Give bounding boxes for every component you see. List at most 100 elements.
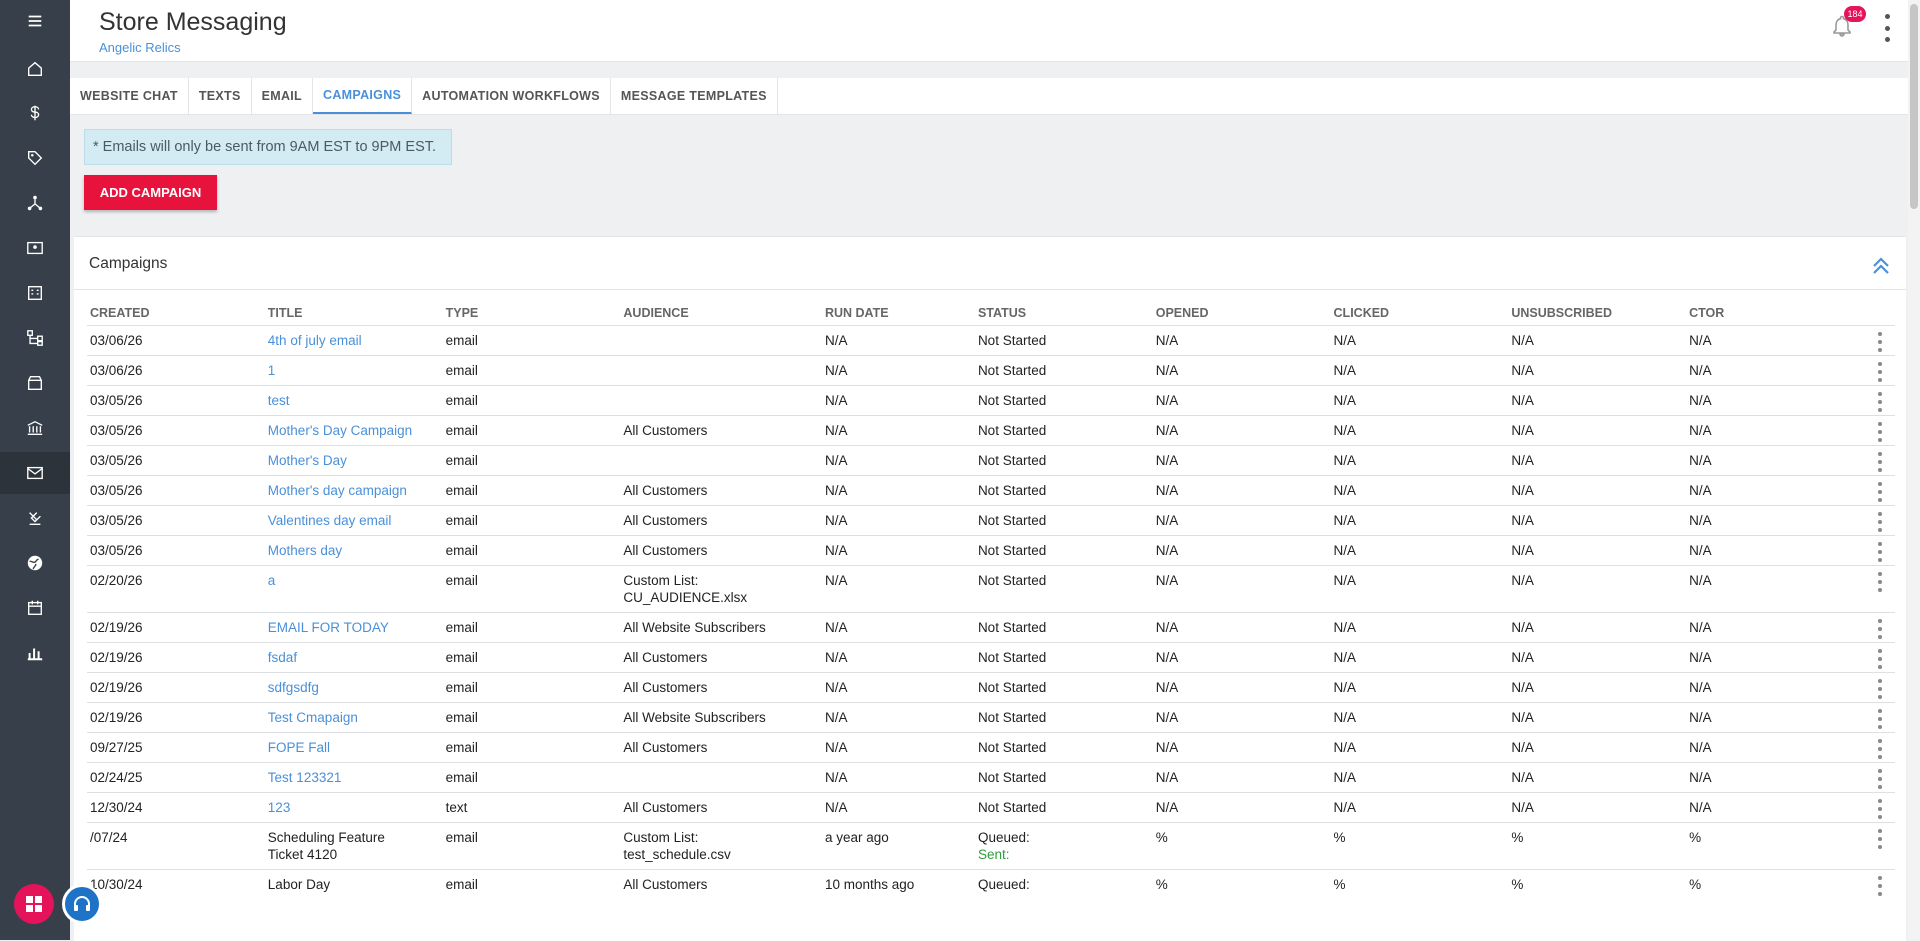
row-actions-cell <box>1863 869 1895 899</box>
cell-created: 03/06/26 <box>87 355 265 386</box>
add-campaign-button[interactable]: ADD CAMPAIGN <box>84 175 217 210</box>
table-row[interactable]: 10/30/24 Labor Day email All Customers 10 mo… <box>87 869 1895 899</box>
bank-icon <box>27 420 43 435</box>
column-header-title: TITLE <box>267 306 303 320</box>
cell-title[interactable]: EMAIL FOR TODAY <box>264 612 443 643</box>
cell-run-date: N/A <box>821 642 975 673</box>
row-menu-icon[interactable] <box>1870 452 1890 472</box>
row-menu-icon[interactable] <box>1870 572 1890 592</box>
table-row[interactable]: 03/06/26 1 email N/A Not Started N/A N/A N/A N/A <box>87 355 1895 386</box>
table-row[interactable]: 03/05/26 Valentines day email email All Cus… <box>87 505 1895 536</box>
cell-title[interactable]: test <box>264 385 443 416</box>
cell-opened: N/A <box>1152 642 1331 673</box>
row-menu-icon[interactable] <box>1870 679 1890 699</box>
table-row[interactable]: 12/30/24 123 text All Customers N/A Not Start… <box>87 792 1895 823</box>
apps-launcher-button[interactable] <box>14 884 54 924</box>
cell-ctor: N/A <box>1686 535 1864 566</box>
cell-title[interactable]: fsdaf <box>264 642 443 673</box>
sidebar-item-building[interactable] <box>0 272 70 314</box>
cell-clicked: N/A <box>1330 475 1509 506</box>
table-row[interactable]: 03/05/26 Mother's Day Campaign email All Cu… <box>87 415 1895 446</box>
table-row[interactable]: 03/05/26 Mothers day email All Customers N/A… <box>87 535 1895 566</box>
cell-status: Not Started <box>974 325 1153 356</box>
row-menu-icon[interactable] <box>1870 739 1890 759</box>
table-row[interactable]: 02/24/25 Test 123321 email N/A Not Started N/… <box>87 762 1895 793</box>
table-row[interactable]: 03/05/26 Mother's Day email N/A Not Started N… <box>87 445 1895 476</box>
table-row[interactable]: 03/06/26 4th of july email email N/A Not Sta… <box>87 325 1895 356</box>
sidebar-item-sitemap[interactable] <box>0 317 70 359</box>
cell-unsubscribed: N/A <box>1508 672 1687 703</box>
sidebar-item-mail[interactable] <box>0 452 70 494</box>
cell-title[interactable]: 1 <box>264 355 443 386</box>
cell-title[interactable]: a <box>264 565 443 613</box>
row-menu-icon[interactable] <box>1870 482 1890 502</box>
sidebar-item-pin[interactable] <box>0 497 70 539</box>
tab-campaigns[interactable]: CAMPAIGNS <box>313 78 413 114</box>
row-menu-icon[interactable] <box>1870 769 1890 789</box>
tab-automation-workflows[interactable]: AUTOMATION WORKFLOWS <box>412 78 611 114</box>
cell-title: Scheduling Feature Ticket 4120 <box>264 822 443 870</box>
cell-title[interactable]: 123 <box>264 792 443 823</box>
cell-title[interactable]: sdfgsdfg <box>264 672 443 703</box>
table-row[interactable]: 02/19/26 fsdaf email All Customers N/A Not St… <box>87 642 1895 673</box>
table-row[interactable]: 02/19/26 Test Cmapaign email All Website Su… <box>87 702 1895 733</box>
tab-message-templates[interactable]: MESSAGE TEMPLATES <box>611 78 778 114</box>
sidebar-item-home[interactable] <box>0 48 70 90</box>
table-row[interactable]: /07/24 Scheduling Feature Ticket 4120 email… <box>87 822 1895 870</box>
row-menu-icon[interactable] <box>1870 829 1890 849</box>
cell-title[interactable]: Mother's Day Campaign <box>264 415 443 446</box>
sidebar-item-globe[interactable] <box>0 542 70 584</box>
sidebar-item-tag[interactable] <box>0 137 70 179</box>
cell-status: Not Started <box>974 732 1153 763</box>
tab-texts[interactable]: TEXTS <box>189 78 252 114</box>
cell-clicked: N/A <box>1330 702 1509 733</box>
cell-title[interactable]: FOPE Fall <box>264 732 443 763</box>
cell-status: Not Started <box>974 475 1153 506</box>
collapse-chevron-icon[interactable] <box>1870 255 1892 277</box>
cell-title[interactable]: 4th of july email <box>264 325 443 356</box>
row-menu-icon[interactable] <box>1870 876 1890 896</box>
support-button[interactable] <box>62 884 102 924</box>
sidebar-item-bar-chart[interactable] <box>0 632 70 674</box>
row-menu-icon[interactable] <box>1870 799 1890 819</box>
scrollbar-thumb[interactable] <box>1910 4 1918 209</box>
table-row[interactable]: 02/19/26 EMAIL FOR TODAY email All Website … <box>87 612 1895 643</box>
row-menu-icon[interactable] <box>1870 619 1890 639</box>
dollar-icon <box>30 105 40 121</box>
store-name-link[interactable]: Angelic Relics <box>99 40 181 55</box>
row-menu-icon[interactable] <box>1870 362 1890 382</box>
cell-created: 09/27/25 <box>87 732 265 763</box>
cell-ctor: N/A <box>1686 612 1864 643</box>
table-row[interactable]: 02/20/26 a email Custom List: CU_AUDIENCE.xl… <box>87 565 1895 613</box>
tab-website-chat[interactable]: WEBSITE CHAT <box>70 78 189 114</box>
table-row[interactable]: 03/05/26 Mother's day campaign email All Cu… <box>87 475 1895 506</box>
row-menu-icon[interactable] <box>1870 649 1890 669</box>
sidebar-item-menu[interactable] <box>0 0 70 42</box>
cell-title[interactable]: Mothers day <box>264 535 443 566</box>
cell-title[interactable]: Mother's day campaign <box>264 475 443 506</box>
sidebar-item-calendar[interactable] <box>0 587 70 629</box>
tab-email[interactable]: EMAIL <box>252 78 313 114</box>
sidebar-item-dollar[interactable] <box>0 92 70 134</box>
table-row[interactable]: 02/19/26 sdfgsdfg email All Customers N/A Not… <box>87 672 1895 703</box>
cell-title[interactable]: Test 123321 <box>264 762 443 793</box>
sidebar-item-bank[interactable] <box>0 407 70 449</box>
cell-created: 02/19/26 <box>87 702 265 733</box>
cell-title[interactable]: Mother's Day <box>264 445 443 476</box>
page-title: Store Messaging <box>99 8 287 36</box>
sidebar-item-store[interactable] <box>0 362 70 404</box>
row-menu-icon[interactable] <box>1870 709 1890 729</box>
row-menu-icon[interactable] <box>1870 512 1890 532</box>
more-options-icon[interactable] <box>1882 14 1892 42</box>
cell-title[interactable]: Valentines day email <box>264 505 443 536</box>
sidebar-item-network[interactable] <box>0 182 70 224</box>
row-menu-icon[interactable] <box>1870 332 1890 352</box>
sidebar-item-id-card[interactable] <box>0 227 70 269</box>
table-row[interactable]: 09/27/25 FOPE Fall email All Customers N/A No… <box>87 732 1895 763</box>
row-menu-icon[interactable] <box>1870 542 1890 562</box>
table-row[interactable]: 03/05/26 test email N/A Not Started N/A N/A N/A… <box>87 385 1895 416</box>
cell-title[interactable]: Test Cmapaign <box>264 702 443 733</box>
row-menu-icon[interactable] <box>1870 422 1890 442</box>
cell-opened: N/A <box>1152 415 1331 446</box>
row-menu-icon[interactable] <box>1870 392 1890 412</box>
